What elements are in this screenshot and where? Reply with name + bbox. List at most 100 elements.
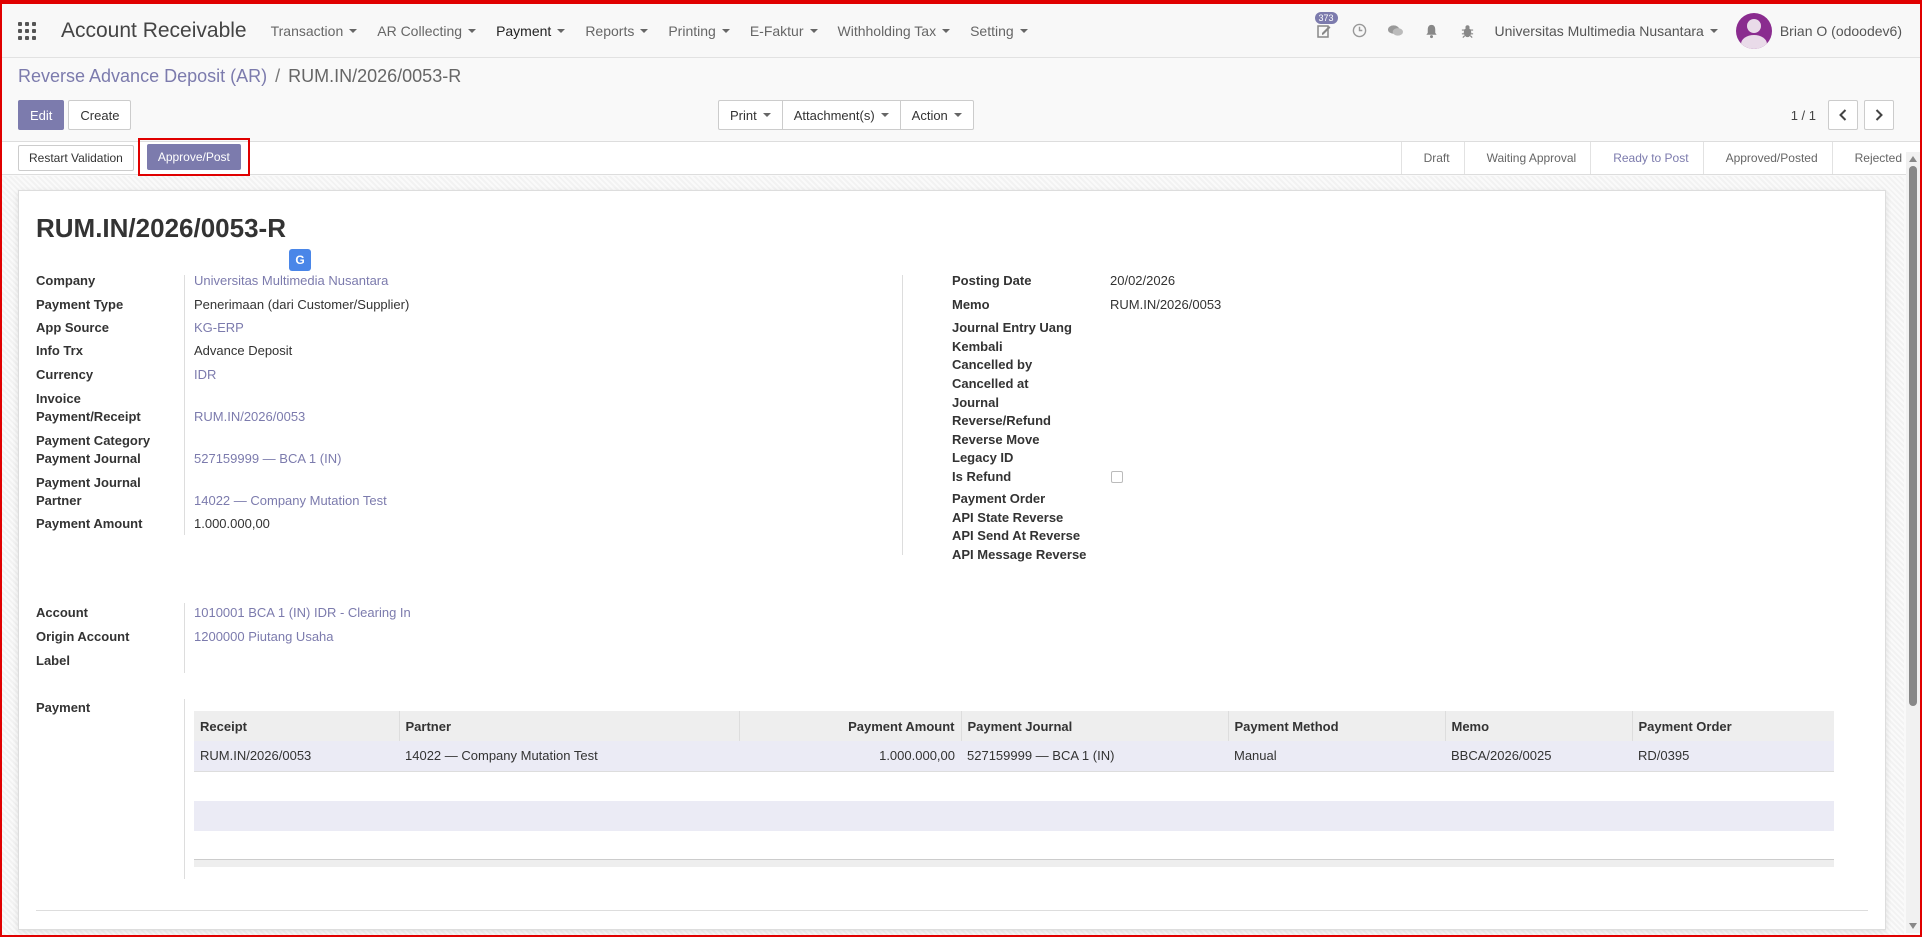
cell-payment-order: RD/0395 [1632,741,1834,772]
navbar-systray: 373 Universitas Multimedia Nusantara Bri… [1314,11,1902,49]
stage-waiting-approval[interactable]: Waiting Approval [1463,142,1591,174]
is-refund-checkbox[interactable] [1111,471,1123,483]
value-currency[interactable]: IDR [194,367,216,382]
col-payment-amount[interactable]: Payment Amount [738,711,961,741]
value-memo: RUM.IN/2026/0053 [1110,297,1222,312]
value-payment-amount: 1.000.000,00 [194,516,270,531]
pager-previous-button[interactable] [1828,100,1858,130]
value-info-trx: Advance Deposit [194,343,293,358]
value-payment-type: Penerimaan (dari Customer/Supplier) [194,297,410,312]
label-company: Company [36,273,96,288]
menu-printing[interactable]: Printing [668,23,730,39]
company-name: Universitas Multimedia Nusantara [1494,22,1704,39]
approve-post-button[interactable]: Approve/Post [146,143,241,170]
value-origin-account[interactable]: 1200000 Piutang Usaha [194,629,334,644]
scroll-thumb[interactable] [1909,166,1917,706]
caret-down-icon [349,28,358,33]
activity-count-badge: 373 [1314,11,1338,24]
label-api-message-reverse: API Message Reverse [952,547,1087,562]
value-partner[interactable]: 14022 — Company Mutation Test [194,493,387,508]
label-api-send-at-reverse: API Send At Reverse [952,528,1081,543]
breadcrumb: Reverse Advance Deposit (AR) / RUM.IN/20… [18,66,461,87]
restart-validation-button[interactable]: Restart Validation [18,144,134,171]
label-currency: Currency [36,367,94,382]
action-label: Action [911,107,948,123]
value-payment-receipt[interactable]: RUM.IN/2026/0053 [194,409,305,424]
stage-approved-posted[interactable]: Approved/Posted [1702,142,1832,174]
scroll-up-arrow-icon[interactable] [1909,156,1917,162]
attachments-dropdown[interactable]: Attachment(s) [781,100,901,130]
edit-activity-icon[interactable]: 373 [1314,11,1338,40]
action-dropdown[interactable]: Action [899,100,974,130]
document-title: RUM.IN/2026/0053-R [36,213,286,243]
group-divider [184,275,185,535]
menu-ar-collecting[interactable]: AR Collecting [377,22,477,39]
label-memo: Memo [952,297,990,312]
menu-payment[interactable]: Payment [496,23,566,39]
bell-icon[interactable] [1423,22,1441,40]
apps-menu-icon[interactable] [18,21,36,40]
create-button[interactable]: Create [68,100,132,130]
label-journal-entry-uang: Journal Entry Uang [952,320,1072,335]
menu-label: Transaction [270,22,344,39]
chat-icon[interactable] [1387,22,1405,40]
col-memo[interactable]: Memo [1444,711,1632,741]
caret-down-icon [468,28,477,33]
menu-e-faktur[interactable]: E-Faktur [750,23,818,39]
value-payment-journal[interactable]: 527159999 — BCA 1 (IN) [194,451,341,466]
value-account[interactable]: 1010001 BCA 1 (IN) IDR - Clearing In [194,605,411,620]
print-label: Print [730,107,757,123]
form-statusbar: Restart Validation Approve/Post Draft Wa… [0,137,1922,176]
menu-setting[interactable]: Setting [970,23,1028,39]
top-navbar: Account Receivable Transaction AR Collec… [0,4,1922,58]
stage-draft[interactable]: Draft [1400,142,1464,174]
user-menu[interactable]: Brian O (odoodev6) [1735,12,1902,49]
payment-table: Receipt Partner Payment Amount Payment J… [194,711,1834,861]
google-translate-icon[interactable]: G [289,249,311,271]
edit-button[interactable]: Edit [18,100,65,130]
label-payment-order: Payment Order [952,491,1046,506]
menu-transaction[interactable]: Transaction [271,23,358,39]
menu-label: Withholding Tax [837,22,937,39]
menu-withholding-tax[interactable]: Withholding Tax [838,23,951,39]
clock-icon[interactable] [1351,22,1369,40]
menu-label: AR Collecting [377,22,463,39]
attachments-label: Attachment(s) [793,107,875,123]
label-payment-journal: Payment Journal [36,451,141,466]
value-company[interactable]: Universitas Multimedia Nusantara [194,273,388,288]
caret-down-icon [1709,28,1718,33]
table-row[interactable]: RUM.IN/2026/0053 14022 — Company Mutatio… [194,741,1834,772]
label-partner: Partner [36,493,82,508]
chevron-left-icon [1839,109,1847,121]
col-payment-method[interactable]: Payment Method [1227,711,1445,741]
cell-payment-journal: 527159999 — BCA 1 (IN) [961,741,1228,772]
table-header-row: Receipt Partner Payment Amount Payment J… [194,711,1834,741]
breadcrumb-separator: / [275,66,281,86]
col-payment-journal[interactable]: Payment Journal [960,711,1228,741]
stage-ready-to-post[interactable]: Ready to Post [1590,142,1702,174]
label-legacy-id: Legacy ID [952,450,1014,465]
form-sheet: RUM.IN/2026/0053-R G Company Universitas… [18,190,1886,930]
breadcrumb-parent-link[interactable]: Reverse Advance Deposit (AR) [18,66,267,87]
label-reverse-refund: Reverse/Refund [952,413,1051,428]
menu-label: E-Faktur [749,22,804,39]
col-payment-order[interactable]: Payment Order [1631,711,1834,741]
group-divider [184,699,185,879]
caret-down-icon [809,28,818,33]
menu-reports[interactable]: Reports [585,22,649,39]
scroll-down-arrow-icon[interactable] [1909,923,1917,929]
menu-label: Reports [585,22,635,39]
pager-next-button[interactable] [1864,100,1894,130]
print-dropdown[interactable]: Print [718,100,783,130]
pager: 1 / 1 [1791,100,1894,130]
bug-debug-icon[interactable] [1459,22,1477,40]
company-switcher[interactable]: Universitas Multimedia Nusantara [1495,23,1718,39]
label-app-source: App Source [36,320,109,335]
status-stages: Draft Waiting Approval Ready to Post App… [1400,142,1922,174]
col-partner[interactable]: Partner [398,711,739,741]
col-receipt[interactable]: Receipt [194,711,399,741]
pager-value[interactable]: 1 / 1 [1791,108,1816,123]
page-scrollbar[interactable] [1906,152,1920,933]
value-app-source[interactable]: KG-ERP [194,320,244,335]
label-is-refund: Is Refund [952,469,1012,484]
